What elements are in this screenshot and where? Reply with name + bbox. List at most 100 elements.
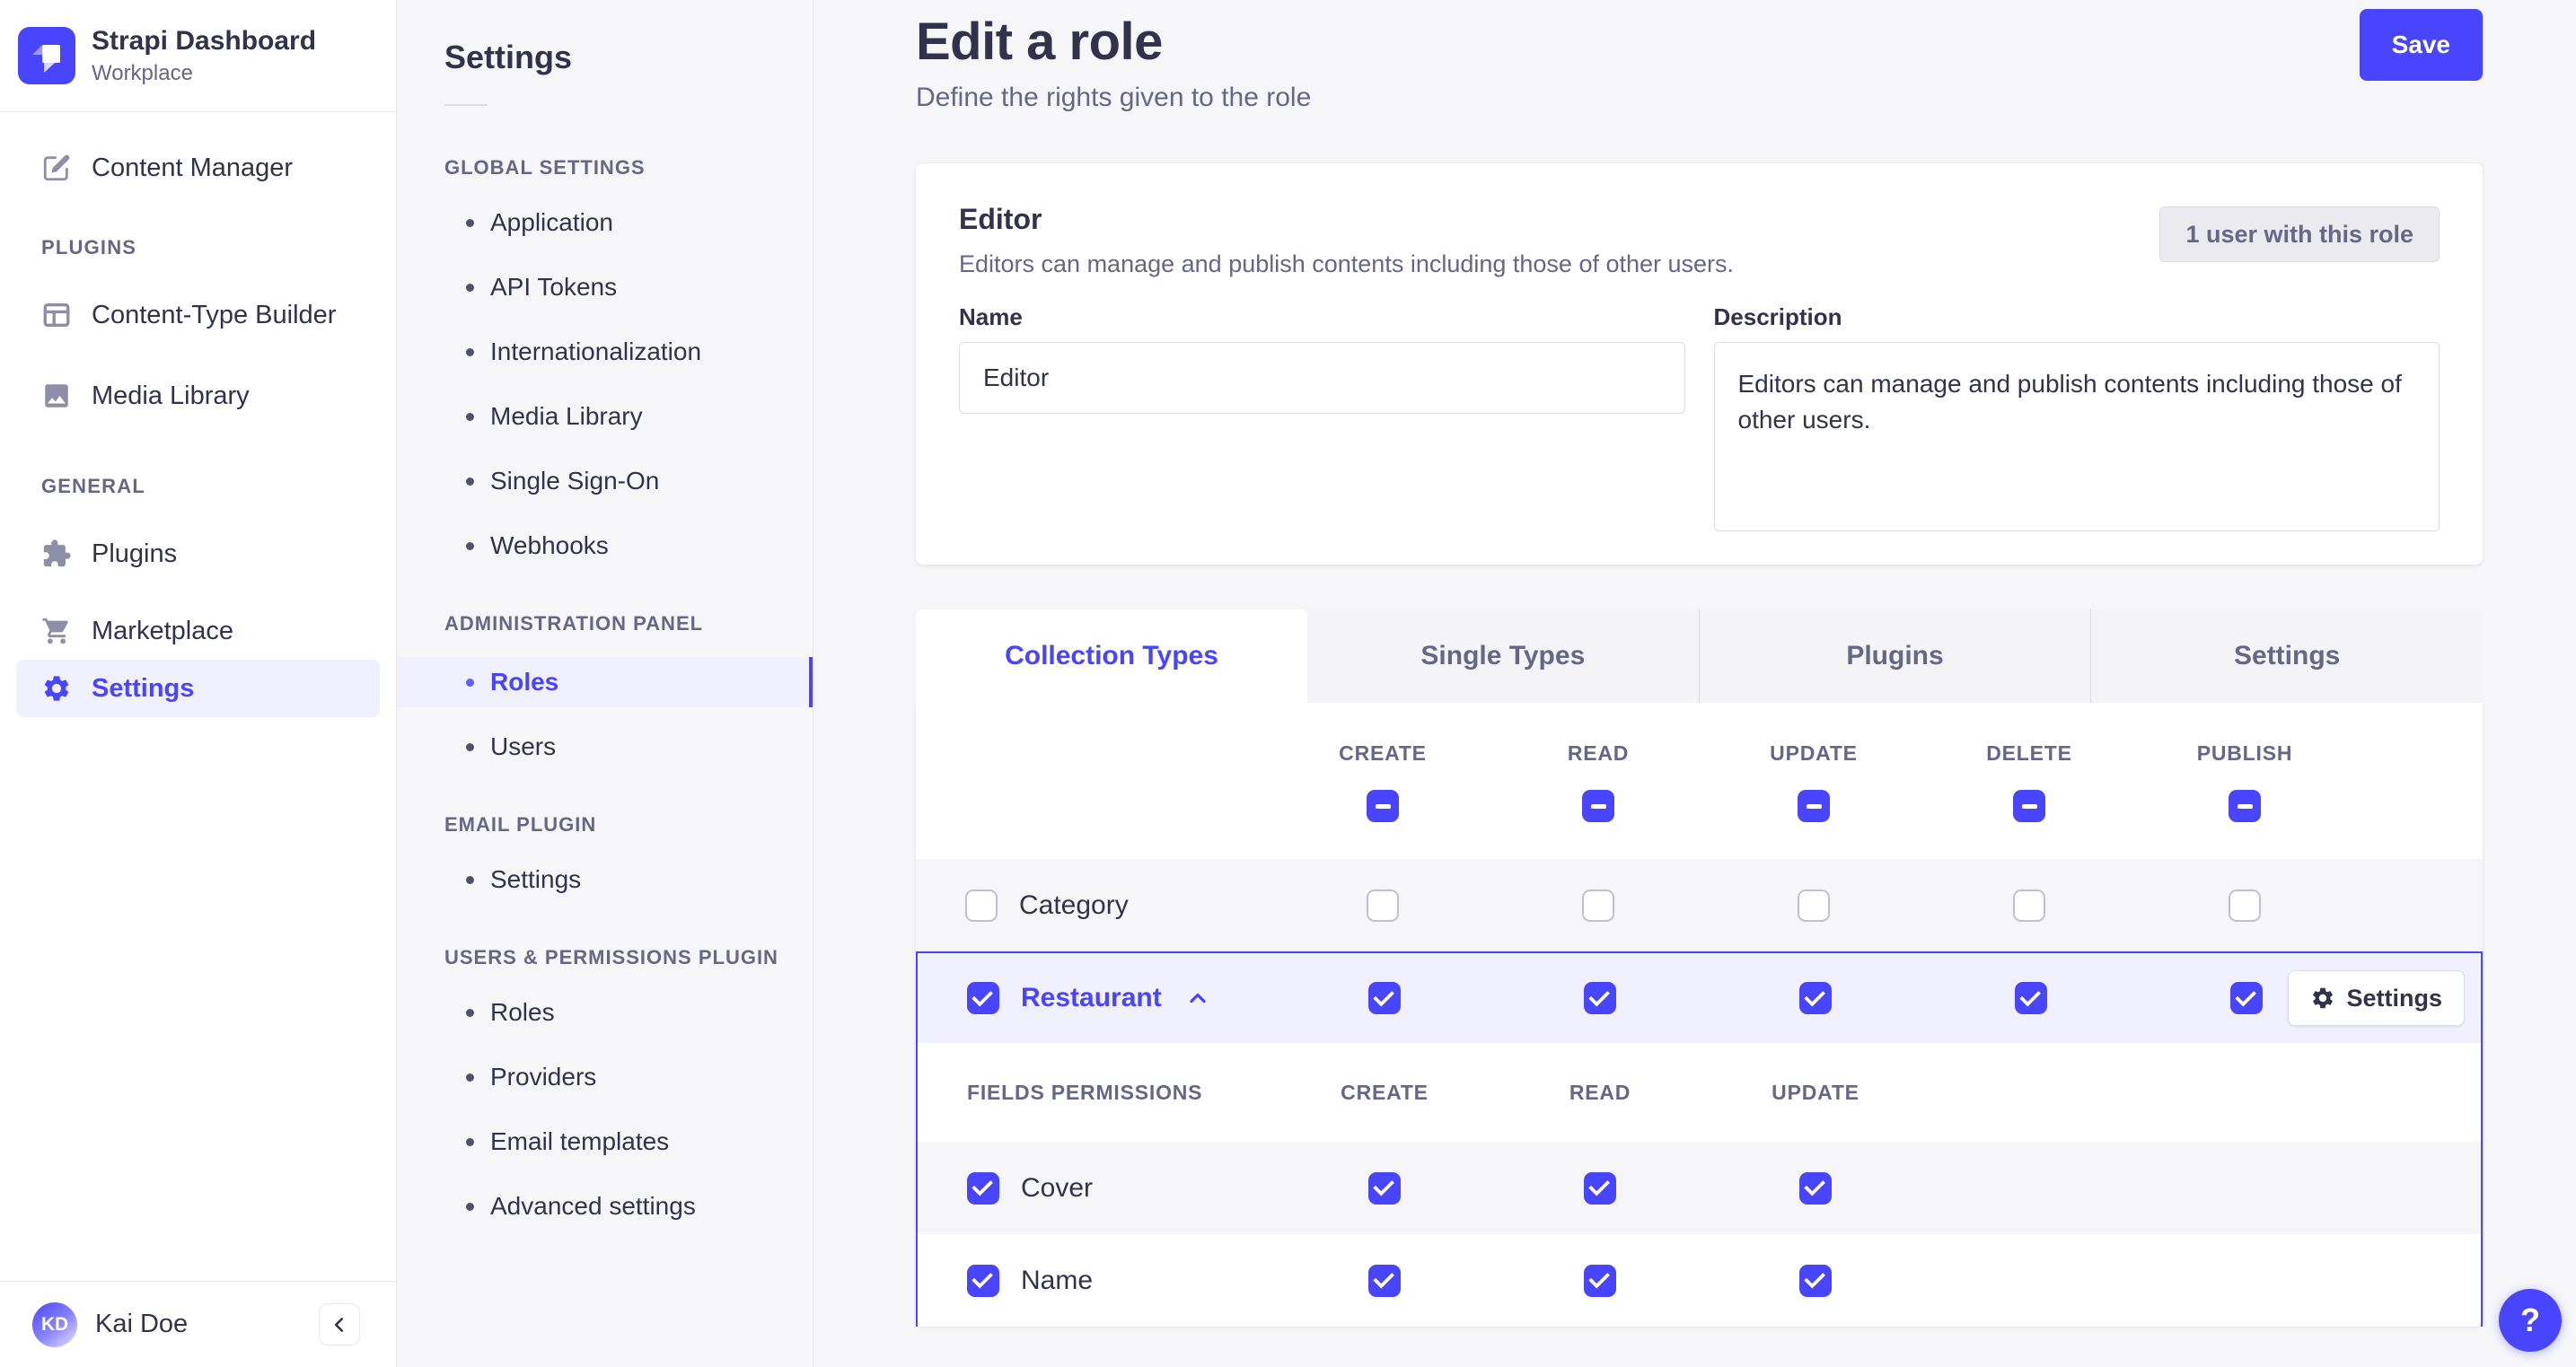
sidebar-item-label: Plugins xyxy=(92,539,178,568)
restaurant-create-checkbox[interactable] xyxy=(1368,982,1401,1014)
restaurant-delete-checkbox[interactable] xyxy=(2015,982,2047,1014)
role-details-card: Editor Editors can manage and publish co… xyxy=(916,163,2483,565)
sidebar-item-label: Content Manager xyxy=(92,153,294,182)
page-subtitle: Define the rights given to the role xyxy=(916,83,1312,112)
name-create-checkbox[interactable] xyxy=(1368,1264,1401,1297)
bullet-icon xyxy=(466,218,474,227)
settings-section-email-heading: EMAIL PLUGIN xyxy=(444,813,597,836)
fields-column-create: CREATE xyxy=(1341,1080,1429,1104)
settings-nav-item-single-sign-on[interactable]: Single Sign-On xyxy=(444,460,813,503)
collapse-sidebar-button[interactable] xyxy=(319,1303,360,1345)
users-with-role-button[interactable]: 1 user with this role xyxy=(2159,206,2440,262)
settings-nav-item-roles-admin[interactable]: Roles xyxy=(397,657,813,707)
tab-settings[interactable]: Settings xyxy=(2090,609,2483,703)
help-button[interactable]: ? xyxy=(2499,1289,2562,1352)
settings-nav-item-advanced-settings[interactable]: Advanced settings xyxy=(444,1185,813,1228)
cover-create-checkbox[interactable] xyxy=(1368,1171,1401,1205)
save-button[interactable]: Save xyxy=(2359,9,2483,81)
sidebar-item-content-type-builder[interactable]: Content-Type Builder xyxy=(0,286,396,344)
settings-nav-item-internationalization[interactable]: Internationalization xyxy=(444,330,813,373)
name-read-checkbox[interactable] xyxy=(1584,1264,1616,1297)
permissions-table: CREATE READ UPDATE DELETE PUBLISH Catego… xyxy=(916,703,2483,1327)
restaurant-row-checkbox[interactable] xyxy=(967,982,999,1014)
sidebar-item-content-manager[interactable]: Content Manager xyxy=(0,139,396,197)
main-content: Edit a role Define the rights given to t… xyxy=(813,0,2576,1367)
select-all-create-checkbox[interactable] xyxy=(1367,790,1399,822)
role-card-titles: Editor Editors can manage and publish co… xyxy=(959,203,1734,278)
restaurant-read-checkbox[interactable] xyxy=(1584,982,1616,1014)
category-delete-checkbox[interactable] xyxy=(2013,889,2045,922)
sidebar-item-marketplace[interactable]: Marketplace xyxy=(0,602,396,660)
chevron-up-icon[interactable] xyxy=(1185,986,1210,1011)
settings-nav-item-label: Roles xyxy=(490,668,559,696)
settings-nav-item-roles-up[interactable]: Roles xyxy=(444,991,813,1034)
category-update-checkbox[interactable] xyxy=(1798,889,1830,922)
settings-nav-item-email-templates[interactable]: Email templates xyxy=(444,1120,813,1163)
select-all-update-checkbox[interactable] xyxy=(1798,790,1830,822)
select-all-read-checkbox[interactable] xyxy=(1582,790,1614,822)
page-header: Edit a role Define the rights given to t… xyxy=(813,0,2576,113)
row-settings-button[interactable]: Settings xyxy=(2288,970,2465,1026)
sidebar-item-media-library[interactable]: Media Library xyxy=(0,367,396,425)
workspace-switcher[interactable]: Strapi Dashboard Workplace xyxy=(0,0,396,112)
settings-nav-item-label: Roles xyxy=(490,998,555,1026)
row-settings-button-label: Settings xyxy=(2346,984,2442,1012)
name-field-label: Name xyxy=(959,303,1023,330)
field-row-name: Name xyxy=(918,1234,2481,1327)
restaurant-expanded-block: Restaurant Settings FIELDS PERMISSIONS C… xyxy=(916,951,2483,1327)
bullet-icon xyxy=(466,283,474,292)
image-icon xyxy=(41,381,72,411)
name-update-checkbox[interactable] xyxy=(1799,1264,1832,1297)
select-all-delete-checkbox[interactable] xyxy=(2013,790,2045,822)
settings-nav-item-label: Settings xyxy=(490,865,582,893)
settings-nav-item-api-tokens[interactable]: API Tokens xyxy=(444,266,813,309)
layout-icon xyxy=(41,300,72,330)
name-input[interactable] xyxy=(959,342,1685,414)
permissions-tabbar: Collection Types Single Types Plugins Se… xyxy=(916,609,2483,703)
avatar[interactable]: KD xyxy=(32,1301,77,1347)
category-publish-checkbox[interactable] xyxy=(2229,889,2261,922)
sidebar-item-settings[interactable]: Settings xyxy=(16,660,380,717)
settings-nav-title: Settings xyxy=(444,39,573,75)
cover-update-checkbox[interactable] xyxy=(1799,1171,1832,1205)
settings-nav-item-label: Webhooks xyxy=(490,531,609,559)
restaurant-publish-checkbox[interactable] xyxy=(2230,982,2263,1014)
select-all-publish-checkbox[interactable] xyxy=(2229,790,2261,822)
settings-nav-item-label: Providers xyxy=(490,1063,597,1091)
sidebar-item-label: Content-Type Builder xyxy=(92,300,337,329)
restaurant-update-checkbox[interactable] xyxy=(1799,982,1832,1014)
sidebar-footer: KD Kai Doe xyxy=(0,1281,396,1367)
description-textarea[interactable]: Editors can manage and publish contents … xyxy=(1713,342,2440,531)
bullet-icon xyxy=(466,1202,474,1211)
settings-nav-item-application[interactable]: Application xyxy=(444,201,813,244)
settings-section-up-plugin-heading: USERS & PERMISSIONS PLUGIN xyxy=(444,946,778,968)
main-sidebar: Strapi Dashboard Workplace Content Manag… xyxy=(0,0,397,1367)
row-label[interactable]: Name xyxy=(1021,1266,1093,1296)
user-name: Kai Doe xyxy=(95,1310,189,1338)
settings-nav-item-providers[interactable]: Providers xyxy=(444,1056,813,1099)
bullet-icon xyxy=(466,1008,474,1017)
row-label-cell: Category xyxy=(965,889,1275,922)
bullet-icon xyxy=(466,678,474,687)
tab-collection-types[interactable]: Collection Types xyxy=(916,609,1307,703)
category-read-checkbox[interactable] xyxy=(1582,889,1614,922)
settings-nav-item-media-library[interactable]: Media Library xyxy=(444,395,813,438)
select-all-checkbox-row xyxy=(916,773,2483,839)
sidebar-item-plugins[interactable]: Plugins xyxy=(0,525,396,583)
row-label[interactable]: Cover xyxy=(1021,1173,1093,1204)
row-label[interactable]: Restaurant xyxy=(1021,983,1162,1013)
settings-nav-item-webhooks[interactable]: Webhooks xyxy=(444,524,813,567)
category-row-checkbox[interactable] xyxy=(965,889,998,922)
category-create-checkbox[interactable] xyxy=(1367,889,1399,922)
tab-plugins[interactable]: Plugins xyxy=(1698,609,2091,703)
row-label[interactable]: Category xyxy=(1019,890,1129,921)
settings-nav-item-email-settings[interactable]: Settings xyxy=(444,858,813,901)
name-row-checkbox[interactable] xyxy=(967,1264,999,1297)
cover-read-checkbox[interactable] xyxy=(1584,1171,1616,1205)
cover-row-checkbox[interactable] xyxy=(967,1171,999,1205)
settings-nav-item-users[interactable]: Users xyxy=(444,725,813,768)
permissions-table-header: CREATE READ UPDATE DELETE PUBLISH xyxy=(916,703,2483,859)
permissions-column-labels: CREATE READ UPDATE DELETE PUBLISH xyxy=(916,733,2483,773)
tab-single-types[interactable]: Single Types xyxy=(1307,609,1699,703)
settings-nav-item-label: Application xyxy=(490,208,613,236)
